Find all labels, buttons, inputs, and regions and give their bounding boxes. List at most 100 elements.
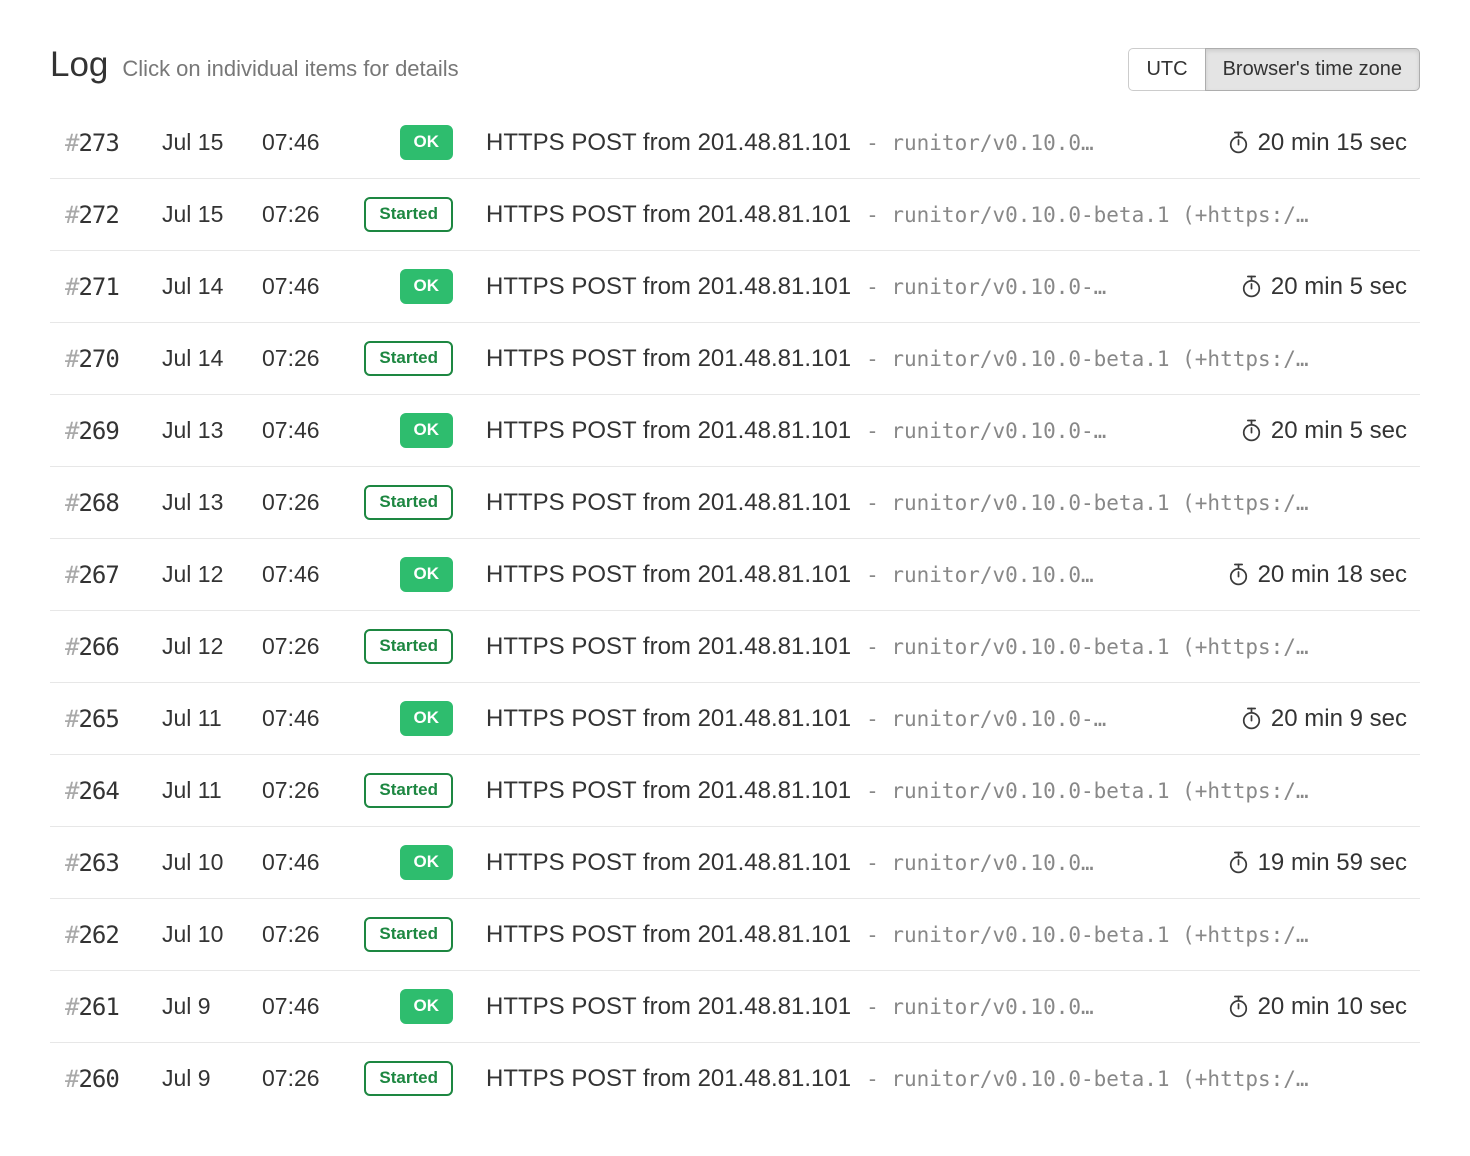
log-row[interactable]: #270 Jul 14 07:26 Started HTTPS POST fro… xyxy=(50,322,1420,394)
event-number-value: 267 xyxy=(78,561,118,589)
event-duration: 20 min 18 sec xyxy=(1227,561,1407,589)
utc-button[interactable]: UTC xyxy=(1128,48,1205,91)
event-time: 07:26 xyxy=(262,1065,359,1092)
status-badge: Started xyxy=(364,629,453,663)
event-message: HTTPS POST from 201.48.81.101 xyxy=(486,1065,851,1093)
event-message: HTTPS POST from 201.48.81.101 xyxy=(486,489,851,517)
log-row[interactable]: #269 Jul 13 07:46 OK HTTPS POST from 201… xyxy=(50,394,1420,466)
status-badge-cell: Started xyxy=(359,773,453,807)
event-date: Jul 9 xyxy=(162,1065,262,1092)
status-badge-cell: OK xyxy=(359,413,453,447)
event-description: HTTPS POST from 201.48.81.101 - runitor/… xyxy=(486,129,1209,157)
event-time: 07:46 xyxy=(262,705,359,732)
event-number-hash: # xyxy=(65,417,78,445)
event-number: #267 xyxy=(65,561,162,589)
log-row[interactable]: #260 Jul 9 07:26 Started HTTPS POST from… xyxy=(50,1042,1420,1114)
event-number-value: 272 xyxy=(78,201,118,229)
event-message: HTTPS POST from 201.48.81.101 xyxy=(486,561,851,589)
event-duration-text: 20 min 18 sec xyxy=(1258,561,1407,589)
status-badge: Started xyxy=(364,197,453,231)
log-row[interactable]: #272 Jul 15 07:26 Started HTTPS POST fro… xyxy=(50,178,1420,250)
event-duration: 20 min 15 sec xyxy=(1227,129,1407,157)
log-row[interactable]: #261 Jul 9 07:46 OK HTTPS POST from 201.… xyxy=(50,970,1420,1042)
stopwatch-icon xyxy=(1240,419,1263,442)
event-number-value: 260 xyxy=(78,1065,118,1093)
stopwatch-icon xyxy=(1240,275,1263,298)
event-description: HTTPS POST from 201.48.81.101 - runitor/… xyxy=(486,417,1222,445)
event-number: #268 xyxy=(65,489,162,517)
event-user-agent: - runitor/v0.10.0-beta.1 (+https:/… xyxy=(866,923,1309,947)
log-row[interactable]: #268 Jul 13 07:26 Started HTTPS POST fro… xyxy=(50,466,1420,538)
event-user-agent: - runitor/v0.10.0-beta.1 (+https:/… xyxy=(866,491,1309,515)
status-badge-cell: Started xyxy=(359,341,453,375)
event-number: #271 xyxy=(65,273,162,301)
log-row[interactable]: #265 Jul 11 07:46 OK HTTPS POST from 201… xyxy=(50,682,1420,754)
status-badge: Started xyxy=(364,341,453,375)
event-message: HTTPS POST from 201.48.81.101 xyxy=(486,849,851,877)
event-number: #266 xyxy=(65,633,162,661)
event-number: #269 xyxy=(65,417,162,445)
event-message: HTTPS POST from 201.48.81.101 xyxy=(486,201,851,229)
event-message: HTTPS POST from 201.48.81.101 xyxy=(486,777,851,805)
stopwatch-icon xyxy=(1227,995,1250,1018)
event-number: #273 xyxy=(65,129,162,157)
event-number-hash: # xyxy=(65,705,78,733)
event-number: #263 xyxy=(65,849,162,877)
event-number: #272 xyxy=(65,201,162,229)
stopwatch-icon xyxy=(1227,851,1250,874)
event-duration: 19 min 59 sec xyxy=(1227,849,1407,877)
event-number-hash: # xyxy=(65,561,78,589)
event-user-agent: - runitor/v0.10.0-beta.1 (+https:/… xyxy=(866,203,1309,227)
status-badge: Started xyxy=(364,1061,453,1095)
status-badge-cell: Started xyxy=(359,485,453,519)
event-number-value: 270 xyxy=(78,345,118,373)
log-row[interactable]: #271 Jul 14 07:46 OK HTTPS POST from 201… xyxy=(50,250,1420,322)
status-badge-cell: Started xyxy=(359,917,453,951)
log-row[interactable]: #264 Jul 11 07:26 Started HTTPS POST fro… xyxy=(50,754,1420,826)
status-badge: OK xyxy=(400,413,454,447)
event-number: #270 xyxy=(65,345,162,373)
event-number-value: 266 xyxy=(78,633,118,661)
timezone-toggle-group: UTC Browser's time zone xyxy=(1128,48,1420,91)
browser-timezone-button[interactable]: Browser's time zone xyxy=(1205,48,1420,91)
event-number: #261 xyxy=(65,993,162,1021)
event-number-hash: # xyxy=(65,129,78,157)
log-row[interactable]: #266 Jul 12 07:26 Started HTTPS POST fro… xyxy=(50,610,1420,682)
event-number-hash: # xyxy=(65,489,78,517)
log-row[interactable]: #262 Jul 10 07:26 Started HTTPS POST fro… xyxy=(50,898,1420,970)
log-row[interactable]: #267 Jul 12 07:46 OK HTTPS POST from 201… xyxy=(50,538,1420,610)
event-message: HTTPS POST from 201.48.81.101 xyxy=(486,993,851,1021)
event-description: HTTPS POST from 201.48.81.101 - runitor/… xyxy=(486,705,1222,733)
status-badge: OK xyxy=(400,125,454,159)
event-user-agent: - runitor/v0.10.0-… xyxy=(866,419,1106,443)
status-badge-cell: OK xyxy=(359,701,453,735)
log-row[interactable]: #263 Jul 10 07:46 OK HTTPS POST from 201… xyxy=(50,826,1420,898)
event-description: HTTPS POST from 201.48.81.101 - runitor/… xyxy=(486,777,1407,805)
event-time: 07:46 xyxy=(262,849,359,876)
event-time: 07:26 xyxy=(262,345,359,372)
log-page: Log Click on individual items for detail… xyxy=(0,0,1470,1114)
event-number-hash: # xyxy=(65,273,78,301)
event-duration: 20 min 9 sec xyxy=(1240,705,1407,733)
event-time: 07:46 xyxy=(262,417,359,444)
event-date: Jul 10 xyxy=(162,849,262,876)
event-date: Jul 14 xyxy=(162,273,262,300)
event-time: 07:46 xyxy=(262,129,359,156)
event-description: HTTPS POST from 201.48.81.101 - runitor/… xyxy=(486,561,1209,589)
log-row[interactable]: #273 Jul 15 07:46 OK HTTPS POST from 201… xyxy=(50,107,1420,178)
event-date: Jul 13 xyxy=(162,489,262,516)
status-badge-cell: OK xyxy=(359,845,453,879)
event-description: HTTPS POST from 201.48.81.101 - runitor/… xyxy=(486,849,1209,877)
event-description: HTTPS POST from 201.48.81.101 - runitor/… xyxy=(486,201,1407,229)
event-time: 07:46 xyxy=(262,993,359,1020)
status-badge-cell: Started xyxy=(359,629,453,663)
stopwatch-icon xyxy=(1227,563,1250,586)
event-number: #262 xyxy=(65,921,162,949)
event-duration-text: 20 min 10 sec xyxy=(1258,993,1407,1021)
event-duration-text: 20 min 9 sec xyxy=(1271,705,1407,733)
event-number-hash: # xyxy=(65,201,78,229)
stopwatch-icon xyxy=(1227,131,1250,154)
event-description: HTTPS POST from 201.48.81.101 - runitor/… xyxy=(486,273,1222,301)
status-badge-cell: OK xyxy=(359,557,453,591)
status-badge: Started xyxy=(364,773,453,807)
